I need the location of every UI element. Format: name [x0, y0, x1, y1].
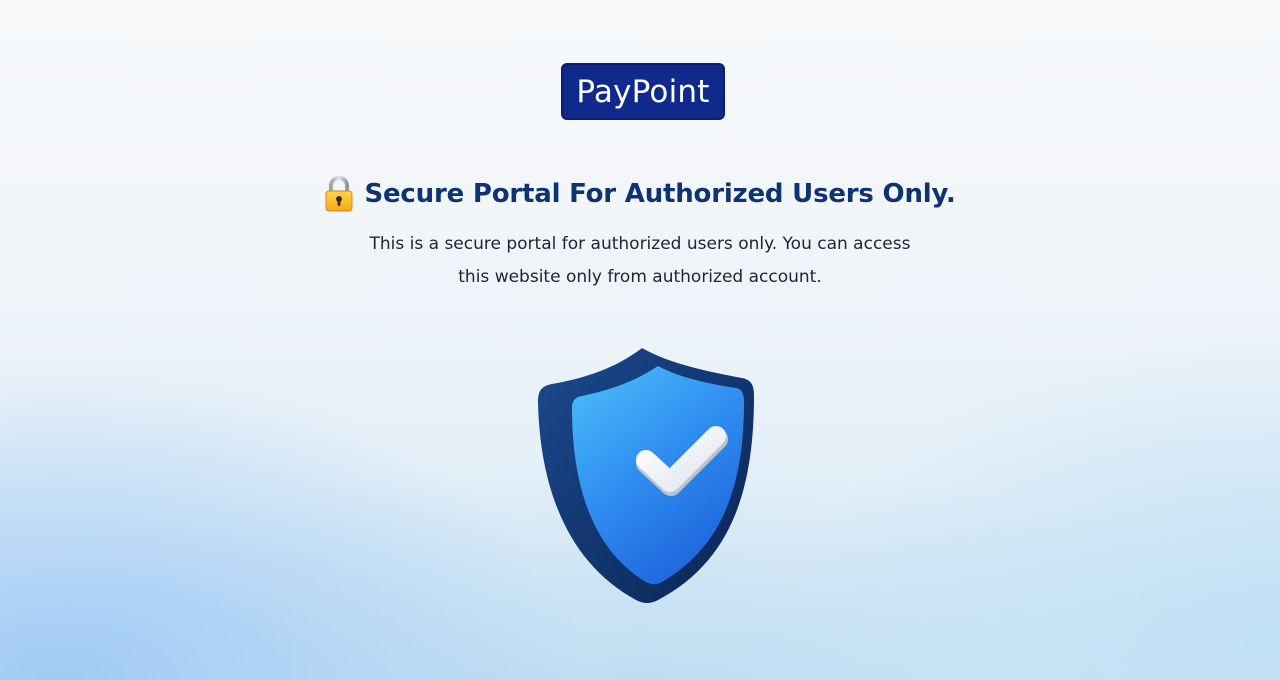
- secure-portal-page: PayPoint Secure Portal For Authorized Us…: [0, 0, 1280, 680]
- logo-text: PayPoint: [576, 73, 710, 110]
- description-line-1: This is a secure portal for authorized u…: [369, 234, 911, 254]
- paypoint-logo: PayPoint: [561, 63, 725, 120]
- page-title: Secure Portal For Authorized Users Only.: [364, 179, 956, 209]
- description-line-2: this website only from authorized accoun…: [458, 267, 822, 287]
- page-heading: Secure Portal For Authorized Users Only.: [0, 172, 1280, 216]
- portal-description: This is a secure portal for authorized u…: [0, 228, 1280, 294]
- shield-check-icon: [530, 342, 762, 608]
- lock-icon: [324, 176, 354, 212]
